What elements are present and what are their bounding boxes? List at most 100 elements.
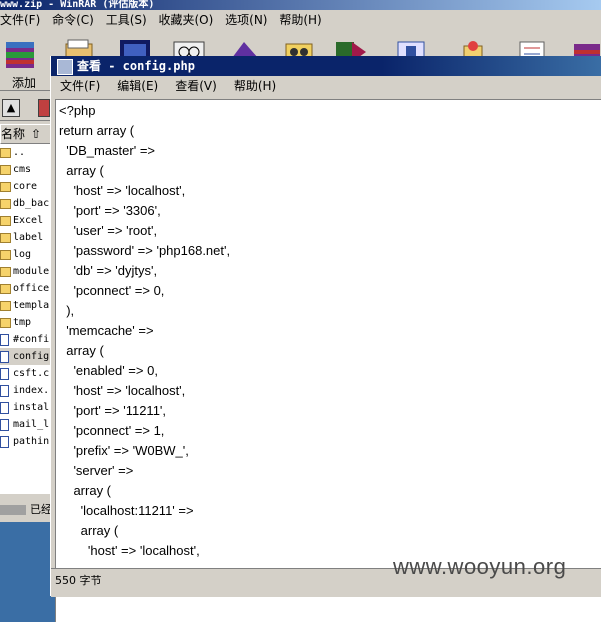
viewer-menu-edit[interactable]: 编辑(E) — [117, 79, 158, 93]
folder-icon — [0, 148, 11, 158]
code-line: return array ( — [59, 123, 135, 138]
column-header-name[interactable]: 名称 ⇧ — [0, 124, 56, 144]
file-icon — [0, 385, 9, 397]
file-list-item[interactable]: label — [0, 229, 54, 246]
code-line: array ( — [59, 483, 112, 498]
file-list-item[interactable]: Excel — [0, 212, 54, 229]
file-list-item[interactable]: csft.c — [0, 365, 54, 382]
code-line: <?php — [59, 103, 96, 118]
viewer-title-bar[interactable]: 查看 - config.php — [51, 56, 601, 76]
watermark: www.wooyun.org — [393, 554, 567, 579]
file-list-item[interactable]: instal — [0, 399, 54, 416]
add-label[interactable]: 添加 — [12, 74, 36, 91]
column-header-label: 名称 — [1, 127, 26, 141]
file-list-item-name: db_back — [13, 198, 54, 209]
viewer-window: 查看 - config.php 文件(F) 编辑(E) 查看(V) 帮助(H) <?p… — [50, 56, 601, 622]
status-icons — [0, 505, 26, 515]
file-icon — [0, 351, 9, 363]
file-list-item-name: index. — [13, 385, 50, 396]
folder-icon — [0, 165, 11, 175]
file-list-item-name: Excel — [13, 215, 44, 226]
menu-favorites[interactable]: 收藏夹(O) — [159, 13, 214, 27]
viewer-menu-file[interactable]: 文件(F) — [60, 79, 100, 93]
drive-icon[interactable] — [38, 99, 50, 117]
winrar-title-bar: www.zip - WinRAR (评估版本) — [0, 0, 601, 10]
folder-icon — [0, 250, 11, 260]
file-list-item[interactable]: db_back — [0, 195, 54, 212]
folder-icon — [0, 301, 11, 311]
winrar-nav-bar: ▲ — [0, 96, 54, 121]
code-line: 'DB_master' => — [59, 143, 156, 158]
winrar-title: www.zip - WinRAR (评估版本) — [0, 0, 155, 10]
viewer-menu-view[interactable]: 查看(V) — [175, 79, 217, 93]
folder-icon — [0, 284, 11, 294]
code-line: 'port' => '3306', — [59, 203, 161, 218]
menu-file[interactable]: 文件(F) — [0, 13, 40, 27]
code-line: ), — [59, 303, 75, 318]
viewer-menu-help[interactable]: 帮助(H) — [234, 79, 276, 93]
folder-icon — [0, 233, 11, 243]
code-line: 'password' => 'php168.net', — [59, 243, 231, 258]
file-list-item-name: office — [13, 283, 50, 294]
file-list-item-name: module — [13, 266, 50, 277]
menu-options[interactable]: 选项(N) — [225, 13, 267, 27]
file-list-item-name: instal — [13, 402, 50, 413]
viewer-title: 查看 - config.php — [77, 59, 195, 73]
folder-icon — [0, 267, 11, 277]
file-list-item[interactable]: cms — [0, 161, 54, 178]
winrar-menu-bar: 文件(F) 命令(C) 工具(S) 收藏夹(O) 选项(N) 帮助(H) — [0, 10, 601, 30]
code-line: 'localhost:11211' => — [59, 503, 194, 518]
file-list-item-name: mail_l — [13, 419, 50, 430]
folder-icon — [0, 216, 11, 226]
code-line: 'user' => 'root', — [59, 223, 158, 238]
file-list-item[interactable]: config — [0, 348, 54, 365]
folder-icon — [0, 199, 11, 209]
code-line: array ( — [59, 343, 104, 358]
file-list-item-name: csft.c — [13, 368, 50, 379]
file-list-item-name: config — [13, 351, 50, 362]
file-list-item[interactable]: module — [0, 263, 54, 280]
up-folder-icon[interactable]: ▲ — [2, 99, 20, 117]
file-list-item-name: pathin — [13, 436, 50, 447]
file-list-item[interactable]: .. — [0, 144, 54, 161]
file-list-item-name: label — [13, 232, 44, 243]
file-list-item[interactable]: tmp — [0, 314, 54, 331]
code-line: 'prefix' => 'W0BW_', — [59, 443, 189, 458]
file-icon — [0, 436, 9, 448]
file-list-item-name: log — [13, 249, 32, 260]
add-archive-icon[interactable] — [4, 38, 38, 68]
file-list-item[interactable]: pathin — [0, 433, 54, 450]
file-list-item-name: core — [13, 181, 38, 192]
file-list-item[interactable]: log — [0, 246, 54, 263]
winrar-status-bar: 已经 — [0, 502, 54, 518]
menu-tools[interactable]: 工具(S) — [106, 13, 147, 27]
desktop-background — [0, 522, 54, 596]
file-list-item[interactable]: office — [0, 280, 54, 297]
code-line: 'memcache' => — [59, 323, 154, 338]
file-list-item[interactable]: core — [0, 178, 54, 195]
file-list-item-name: .. — [13, 147, 26, 158]
file-list-item-name: cms — [13, 164, 32, 175]
folder-icon — [0, 318, 11, 328]
file-content-area[interactable]: <?php return array ( 'DB_master' => array… — [55, 99, 601, 622]
menu-commands[interactable]: 命令(C) — [52, 13, 94, 27]
file-list-item[interactable]: index. — [0, 382, 54, 399]
sort-arrow-icon: ⇧ — [31, 127, 42, 141]
code-line: 'server' => — [59, 463, 134, 478]
code-text: <?php return array ( 'DB_master' => array… — [56, 100, 601, 561]
file-icon — [0, 402, 9, 414]
file-icon — [0, 368, 9, 380]
menu-help[interactable]: 帮助(H) — [279, 13, 321, 27]
code-line: 'host' => 'localhost', — [59, 183, 186, 198]
file-icon — [0, 334, 9, 346]
code-line: 'db' => 'dyjtys', — [59, 263, 158, 278]
code-line: 'port' => '11211', — [59, 403, 167, 418]
file-list-item[interactable]: #confi — [0, 331, 54, 348]
file-list-item[interactable]: mail_l — [0, 416, 54, 433]
file-list-item[interactable]: templa — [0, 297, 54, 314]
viewer-app-icon — [57, 59, 73, 75]
file-list-item-name: #confi — [13, 334, 50, 345]
file-icon — [0, 419, 9, 431]
file-list: .. cms core db_back Excel label log module offic… — [0, 144, 54, 494]
file-size-text: 550 字节 — [55, 573, 103, 589]
